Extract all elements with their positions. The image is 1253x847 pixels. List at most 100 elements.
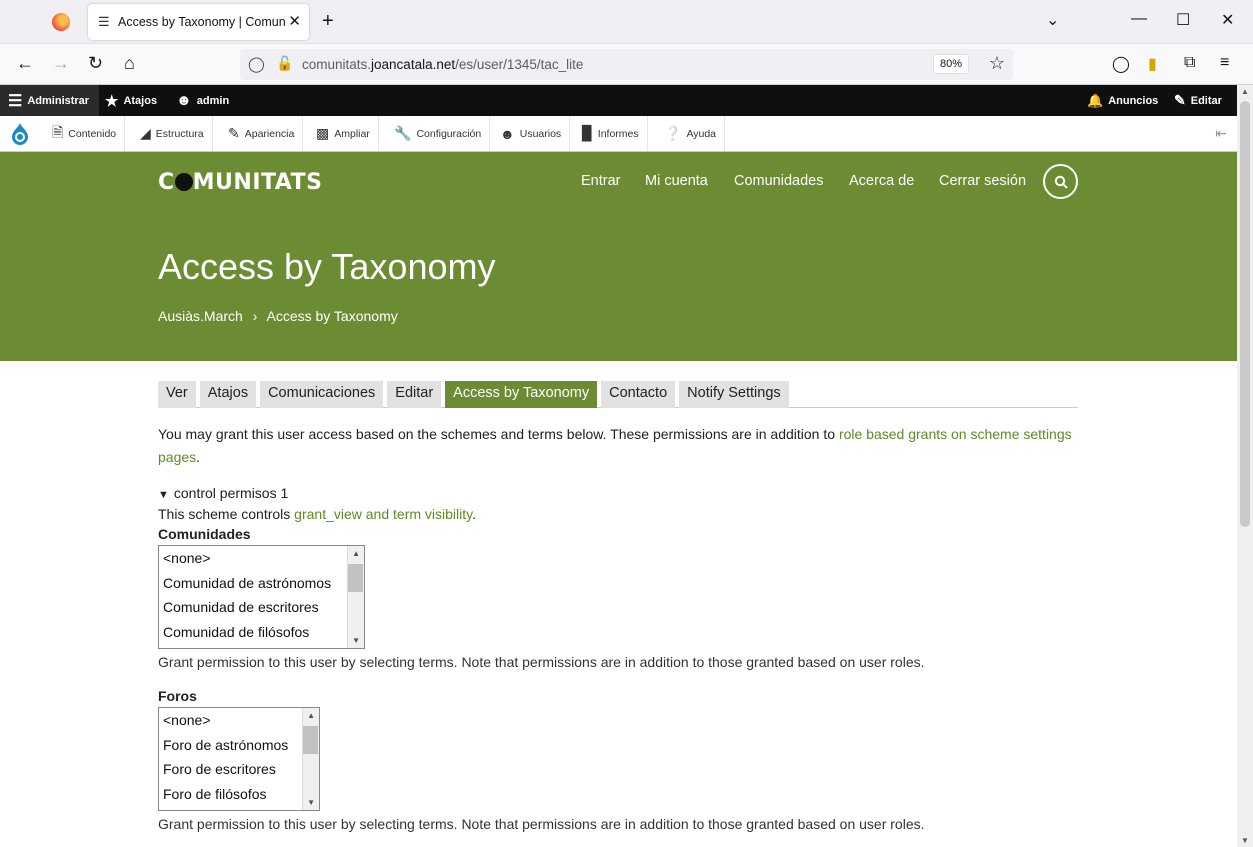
scheme-summary[interactable]: ▼ control permisos 1 [158,485,1078,501]
scroll-up-icon[interactable]: ▲ [1241,87,1249,96]
url-text[interactable]: comunitats.joancatala.net/es/user/1345/t… [302,57,583,72]
structure-icon: ◢ [140,125,151,141]
list-scrollbar-thumb[interactable] [303,726,318,754]
select-option[interactable]: Comunidad de astrónomos [159,571,364,596]
nav-mi-cuenta[interactable]: Mi cuenta [645,173,708,189]
tab-editar[interactable]: Editar [387,381,442,408]
select-option[interactable]: Foro de escritores [159,757,319,782]
breadcrumb-current: Access by Taxonomy [266,308,398,324]
page-title: Access by Taxonomy [158,246,496,287]
list-scrollbar[interactable] [347,546,364,648]
menu-item-configuracion[interactable]: 🔧 Configuración [386,116,491,151]
search-button[interactable] [1043,164,1078,199]
foros-select[interactable]: <none> Foro de astrónomos Foro de escrit… [158,707,320,811]
nav-cerrar-sesion[interactable]: Cerrar sesión [939,173,1026,189]
drupal-logo-icon[interactable] [8,122,32,146]
select-option[interactable]: Foro de astrónomos [159,733,319,758]
puzzle-icon: ▩ [316,125,330,141]
menu-item-estructura[interactable]: ◢ Estructura [132,116,213,151]
shortcuts-button[interactable]: ★ Atajos [105,85,157,116]
grant-view-link[interactable]: grant_view and term visibility [294,506,472,522]
list-scrollbar-thumb[interactable] [348,564,363,592]
star-icon: ★ [105,92,119,110]
tab-atajos[interactable]: Atajos [199,381,257,408]
tab-ver[interactable]: Ver [158,381,196,408]
site-header: C MUNITATS Entrar Mi cuenta Comunidades A… [0,152,1237,361]
select-option[interactable]: <none> [159,546,364,571]
menu-label: Informes [597,127,639,140]
menu-item-ampliar[interactable]: ▩ Ampliar [308,116,379,151]
scheme-title: control permisos 1 [173,485,289,501]
brush-icon: ✎ [228,125,240,141]
new-tab-icon[interactable]: + [322,10,334,33]
extensions-puzzle-icon[interactable]: ⧉ [1184,54,1195,72]
expanded-triangle-icon: ▼ [158,489,169,501]
maximize-icon[interactable]: ☐ [1176,10,1190,30]
browser-tab[interactable]: ☰ Access by Taxonomy | Comunitats ✕ [88,4,309,40]
tab-notify-settings[interactable]: Notify Settings [679,381,789,408]
nav-entrar[interactable]: Entrar [581,173,621,189]
extension-icon[interactable]: ▮ [1148,54,1157,74]
menu-label: Contenido [68,127,117,140]
menu-item-usuarios[interactable]: ☻ Usuarios [492,116,571,151]
nav-comunidades[interactable]: Comunidades [734,173,823,189]
intro-end: . [196,449,201,465]
shield-icon[interactable]: ◯ [248,55,265,73]
menu-label: Ayuda [686,127,717,140]
list-tabs-icon[interactable]: ⌄ [1046,10,1059,30]
site-logo[interactable]: C MUNITATS [158,170,322,195]
scroll-down-icon[interactable]: ▼ [1241,836,1249,845]
pocket-icon[interactable]: ◯ [1112,54,1130,74]
menu-item-informes[interactable]: ▉ Informes [574,116,648,151]
forward-icon[interactable]: → [52,53,70,74]
user-button[interactable]: ☻ admin [176,85,229,116]
user-label: admin [196,94,230,107]
insecure-lock-icon[interactable]: 🔓 [276,55,293,72]
wrench-icon: 🔧 [394,125,412,141]
menu-icon[interactable]: ≡ [1220,54,1229,72]
minimize-icon[interactable]: — [1131,10,1147,28]
tab-comunicaciones[interactable]: Comunicaciones [260,381,384,408]
list-scrollbar[interactable] [302,708,319,810]
tab-access-by-taxonomy[interactable]: Access by Taxonomy [445,381,598,408]
scroll-down-icon[interactable]: ▼ [352,636,360,645]
page-scrollbar[interactable]: ▲ ▼ [1237,85,1253,847]
select-option[interactable]: Comunidad de escritores [159,595,364,620]
menu-label: Usuarios [519,127,562,140]
scroll-up-icon[interactable]: ▲ [307,711,315,720]
collapse-tray-icon[interactable]: ⇤ [1215,125,1227,142]
firefox-icon[interactable] [52,13,70,31]
edit-button[interactable]: ✎ Editar [1174,85,1222,116]
bookmark-star-icon[interactable]: ☆ [989,53,1005,74]
close-window-icon[interactable]: ✕ [1221,10,1234,30]
announcements-button[interactable]: 🔔 Anuncios [1087,85,1158,116]
menu-item-apariencia[interactable]: ✎ Apariencia [220,116,304,151]
select-option[interactable]: Foro de filósofos [159,782,319,807]
scroll-down-icon[interactable]: ▼ [307,798,315,807]
menu-item-ayuda[interactable]: ❔ Ayuda [656,116,726,151]
reload-icon[interactable]: ↻ [88,53,103,74]
comunidades-help: Grant permission to this user by selecti… [158,654,925,670]
back-icon[interactable]: ← [16,53,34,74]
admin-menu-tray: 🗎 Contenido ◢ Estructura ✎ Apariencia ▩ Ampl… [0,116,1237,152]
breadcrumb-separator: › [252,308,258,324]
zoom-level[interactable]: 80% [932,54,969,74]
select-option[interactable]: Comunidad de filósofos [159,620,364,645]
home-icon[interactable]: ⌂ [124,53,135,74]
foros-label: Foros [158,688,197,704]
pencil-icon: ✎ [1174,92,1186,108]
url-bar[interactable]: ◯ 🔓 comunitats.joancatala.net/es/user/13… [240,49,1013,80]
browser-navbar: ← → ↻ ⌂ ◯ 🔓 comunitats.joancatala.net/es… [0,44,1253,85]
tab-contacto[interactable]: Contacto [601,381,676,408]
select-option[interactable]: <none> [159,708,319,733]
scheme-description: This scheme controls grant_view and term… [158,506,1078,522]
comunidades-select[interactable]: <none> Comunidad de astrónomos Comunidad… [158,545,365,649]
scroll-up-icon[interactable]: ▲ [352,549,360,558]
breadcrumb-user[interactable]: Ausiàs.March [158,308,243,324]
manage-button[interactable]: ☰ Administrar [0,85,100,116]
close-tab-icon[interactable]: ✕ [288,12,301,30]
tab-title: Access by Taxonomy | Comunitats [118,15,286,29]
menu-item-contenido[interactable]: 🗎 Contenido [44,116,126,151]
page-scrollbar-thumb[interactable] [1240,101,1250,527]
nav-acerca-de[interactable]: Acerca de [849,173,914,189]
